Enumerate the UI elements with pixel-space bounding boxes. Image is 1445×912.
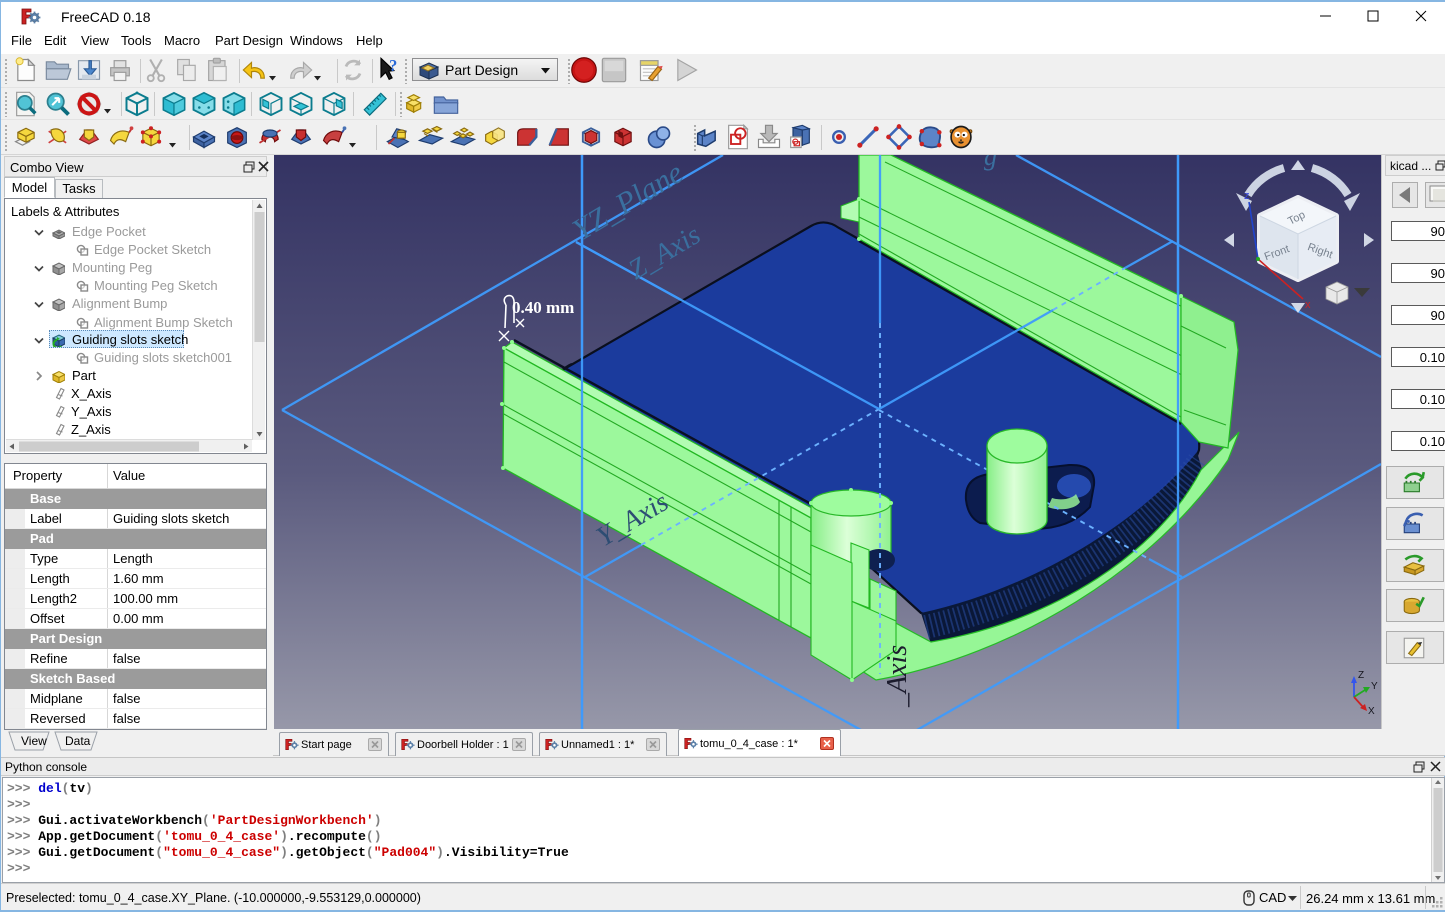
svg-text:Data: Data bbox=[65, 734, 91, 748]
svg-text:X: X bbox=[1368, 706, 1375, 717]
svg-text:x: x bbox=[1305, 299, 1311, 311]
svg-text:Y: Y bbox=[1371, 681, 1378, 692]
svg-text:_Axis: _Axis bbox=[882, 645, 913, 708]
svg-text:View: View bbox=[21, 734, 47, 748]
svg-text:g: g bbox=[984, 155, 997, 171]
svg-text:Z: Z bbox=[1358, 670, 1364, 681]
svg-text:0.40 mm: 0.40 mm bbox=[512, 298, 574, 317]
svg-text:?: ? bbox=[389, 56, 397, 75]
svg-text:z: z bbox=[1244, 190, 1250, 202]
